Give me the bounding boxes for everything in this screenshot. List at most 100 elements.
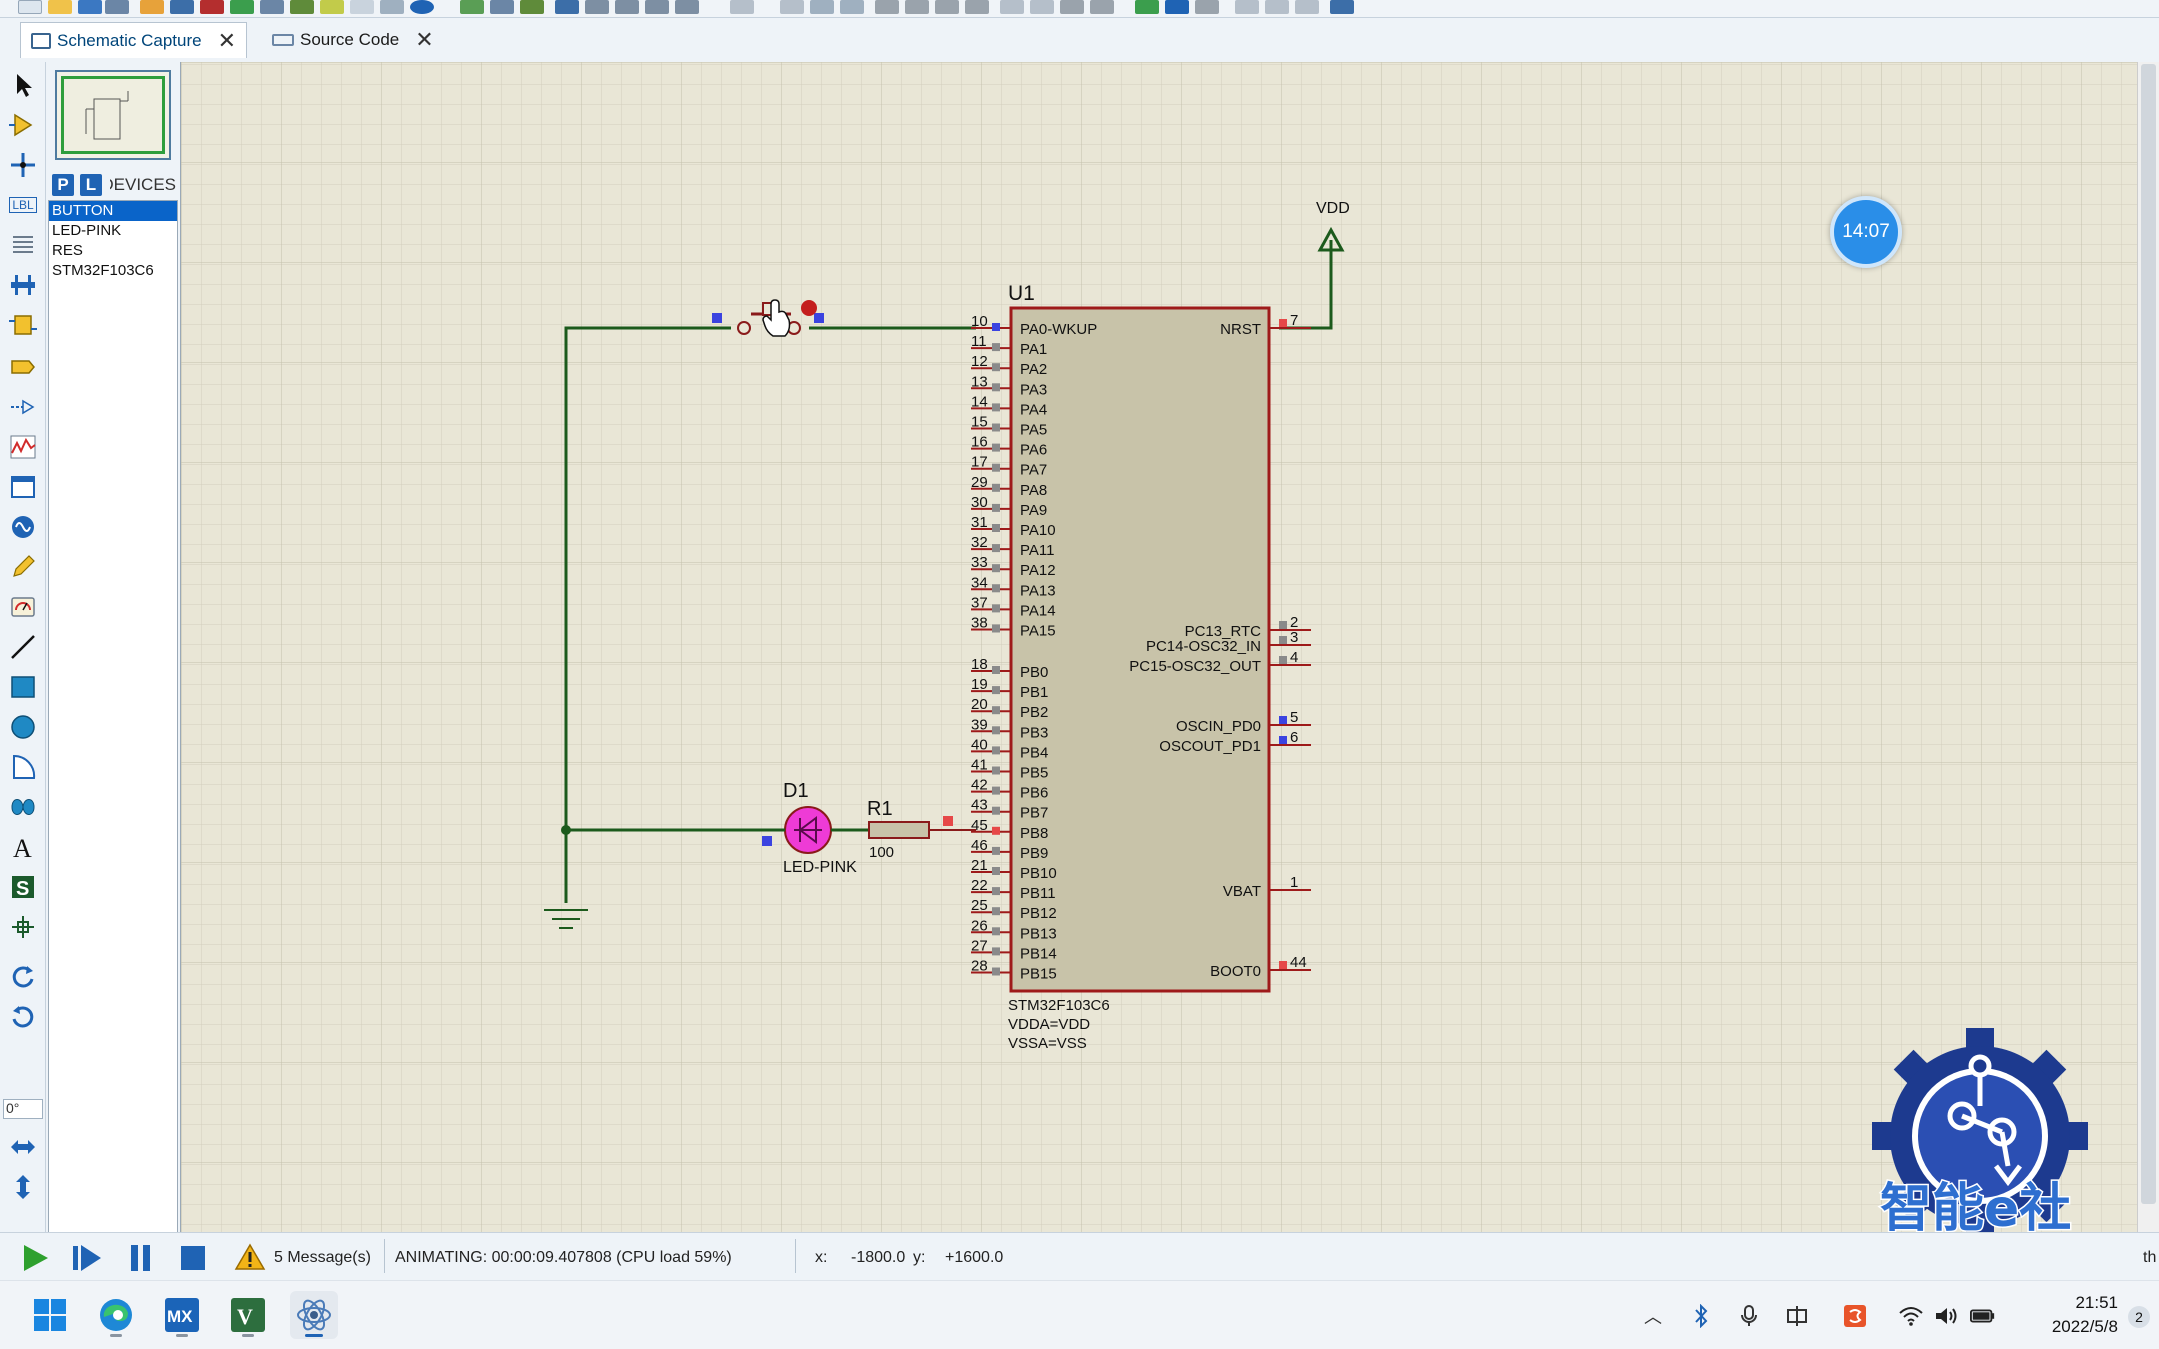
proteus-app[interactable] (290, 1291, 338, 1339)
step-button[interactable] (70, 1243, 104, 1273)
save-icon[interactable] (78, 0, 102, 14)
wire-label-mode-button[interactable]: LBL (8, 190, 38, 220)
block-move-icon[interactable] (905, 0, 929, 14)
tray-overflow-chevron-icon[interactable]: ︿ (1640, 1303, 1666, 1329)
close-icon[interactable]: ✕ (218, 29, 236, 52)
zoom-in-icon[interactable] (585, 0, 609, 14)
overview-viewport[interactable] (61, 76, 165, 154)
wifi-icon[interactable] (1898, 1303, 1924, 1329)
origin-icon[interactable] (520, 0, 544, 14)
text-mode-button[interactable]: A (8, 832, 38, 862)
circle-mode-button[interactable] (8, 712, 38, 742)
library-manager-button[interactable]: L (80, 174, 102, 196)
line-mode-button[interactable] (8, 632, 38, 662)
netlist-icon[interactable] (1165, 0, 1189, 14)
bus-mode-button[interactable] (8, 270, 38, 300)
notification-count-badge[interactable]: 2 (2128, 1306, 2150, 1328)
zoom-out-icon[interactable] (615, 0, 639, 14)
undo-icon[interactable] (730, 0, 754, 14)
zoom-area-icon[interactable] (675, 0, 699, 14)
stop-button[interactable] (176, 1243, 210, 1273)
package-icon[interactable] (1060, 0, 1084, 14)
tab-source-code[interactable]: Source Code ✕ (262, 22, 444, 58)
remove-sheet-icon[interactable] (1265, 0, 1289, 14)
refresh-icon[interactable] (460, 0, 484, 14)
wire-icon[interactable] (350, 0, 374, 14)
warning-icon[interactable] (234, 1243, 266, 1271)
pan-icon[interactable] (555, 0, 579, 14)
generator-mode-button[interactable] (8, 512, 38, 542)
mirror-x-button[interactable] (8, 1132, 38, 1162)
rotation-angle-input[interactable]: 0° (3, 1099, 43, 1119)
volume-icon[interactable] (1934, 1303, 1960, 1329)
message-count[interactable]: 5 Message(s) (274, 1249, 371, 1267)
tab-schematic-capture[interactable]: Schematic Capture ✕ (20, 22, 248, 58)
arc-mode-button[interactable] (8, 752, 38, 782)
stm32cubemx-app[interactable]: MX (158, 1291, 206, 1339)
graph-mode-button[interactable] (8, 432, 38, 462)
device-item-stm32f103c6[interactable]: STM32F103C6 (49, 261, 177, 281)
copy-icon[interactable] (810, 0, 834, 14)
block-delete-icon[interactable] (965, 0, 989, 14)
decompose-icon[interactable] (1090, 0, 1114, 14)
mirror-y-button[interactable] (8, 1172, 38, 1202)
device-item-res[interactable]: RES (49, 241, 177, 261)
new-sheet-icon[interactable] (1235, 0, 1259, 14)
edge-app[interactable] (92, 1291, 140, 1339)
device-list[interactable]: BUTTON LED-PINK RES STM32F103C6 (48, 200, 178, 1292)
probe-mode-button[interactable] (8, 552, 38, 582)
scrollbar-thumb[interactable] (2141, 64, 2156, 1204)
property-assign-icon[interactable] (1195, 0, 1219, 14)
bluetooth-icon[interactable] (1688, 1303, 1714, 1329)
gerber-icon[interactable] (230, 0, 254, 14)
report-icon[interactable] (380, 0, 404, 14)
input-method-icon[interactable] (1784, 1303, 1810, 1329)
design-explorer-icon[interactable] (1330, 0, 1354, 14)
junction-mode-button[interactable] (8, 150, 38, 180)
wire-autorouter-icon[interactable] (1135, 0, 1159, 14)
play-button[interactable] (18, 1243, 52, 1273)
path-mode-button[interactable] (8, 792, 38, 822)
notes-icon[interactable] (320, 0, 344, 14)
subcircuit-mode-button[interactable] (8, 310, 38, 340)
terminals-mode-button[interactable] (8, 352, 38, 382)
home-icon[interactable] (140, 0, 164, 14)
block-copy-icon[interactable] (875, 0, 899, 14)
selection-mode-button[interactable] (8, 70, 38, 100)
active-popup-mode-button[interactable] (8, 472, 38, 502)
text-script-mode-button[interactable] (8, 230, 38, 260)
taskbar-clock-time[interactable]: 21:51 (2058, 1293, 2118, 1313)
box-mode-button[interactable] (8, 672, 38, 702)
component-icon[interactable] (200, 0, 224, 14)
mcu-u1[interactable]: U1 STM32F103C6 VDDA=VDD VSSA=VSS 10 PA0-W… (971, 282, 1311, 1052)
block-rotate-icon[interactable] (935, 0, 959, 14)
make-device-icon[interactable] (1030, 0, 1054, 14)
zoom-all-icon[interactable] (645, 0, 669, 14)
paste-icon[interactable] (840, 0, 864, 14)
device-pins-mode-button[interactable] (8, 392, 38, 422)
keil-uvision-app[interactable]: V (224, 1291, 272, 1339)
grid-icon[interactable] (490, 0, 514, 14)
pick-device-icon[interactable] (1000, 0, 1024, 14)
rotate-anticlockwise-button[interactable] (8, 1002, 38, 1032)
exit-parent-icon[interactable] (1295, 0, 1319, 14)
new-icon[interactable] (18, 0, 42, 14)
taskbar-clock-date[interactable]: 2022/5/8 (2022, 1317, 2118, 1337)
component-mode-button[interactable] (8, 110, 38, 140)
help-icon[interactable] (410, 0, 434, 14)
import-icon[interactable] (105, 0, 129, 14)
device-item-led-pink[interactable]: LED-PINK (49, 221, 177, 241)
pause-button[interactable] (124, 1243, 158, 1273)
bom-icon[interactable] (260, 0, 284, 14)
overview-window[interactable] (55, 70, 171, 160)
rotate-clockwise-button[interactable] (8, 962, 38, 992)
cut-icon[interactable] (780, 0, 804, 14)
pcb-icon[interactable] (170, 0, 194, 14)
start-button[interactable] (26, 1291, 74, 1339)
marker-mode-button[interactable] (8, 912, 38, 942)
security-app-icon[interactable] (1842, 1303, 1868, 1329)
open-folder-icon[interactable] (48, 0, 72, 14)
device-item-button[interactable]: BUTTON (49, 201, 177, 221)
vertical-scrollbar[interactable] (2137, 62, 2159, 1232)
instruments-mode-button[interactable] (8, 592, 38, 622)
